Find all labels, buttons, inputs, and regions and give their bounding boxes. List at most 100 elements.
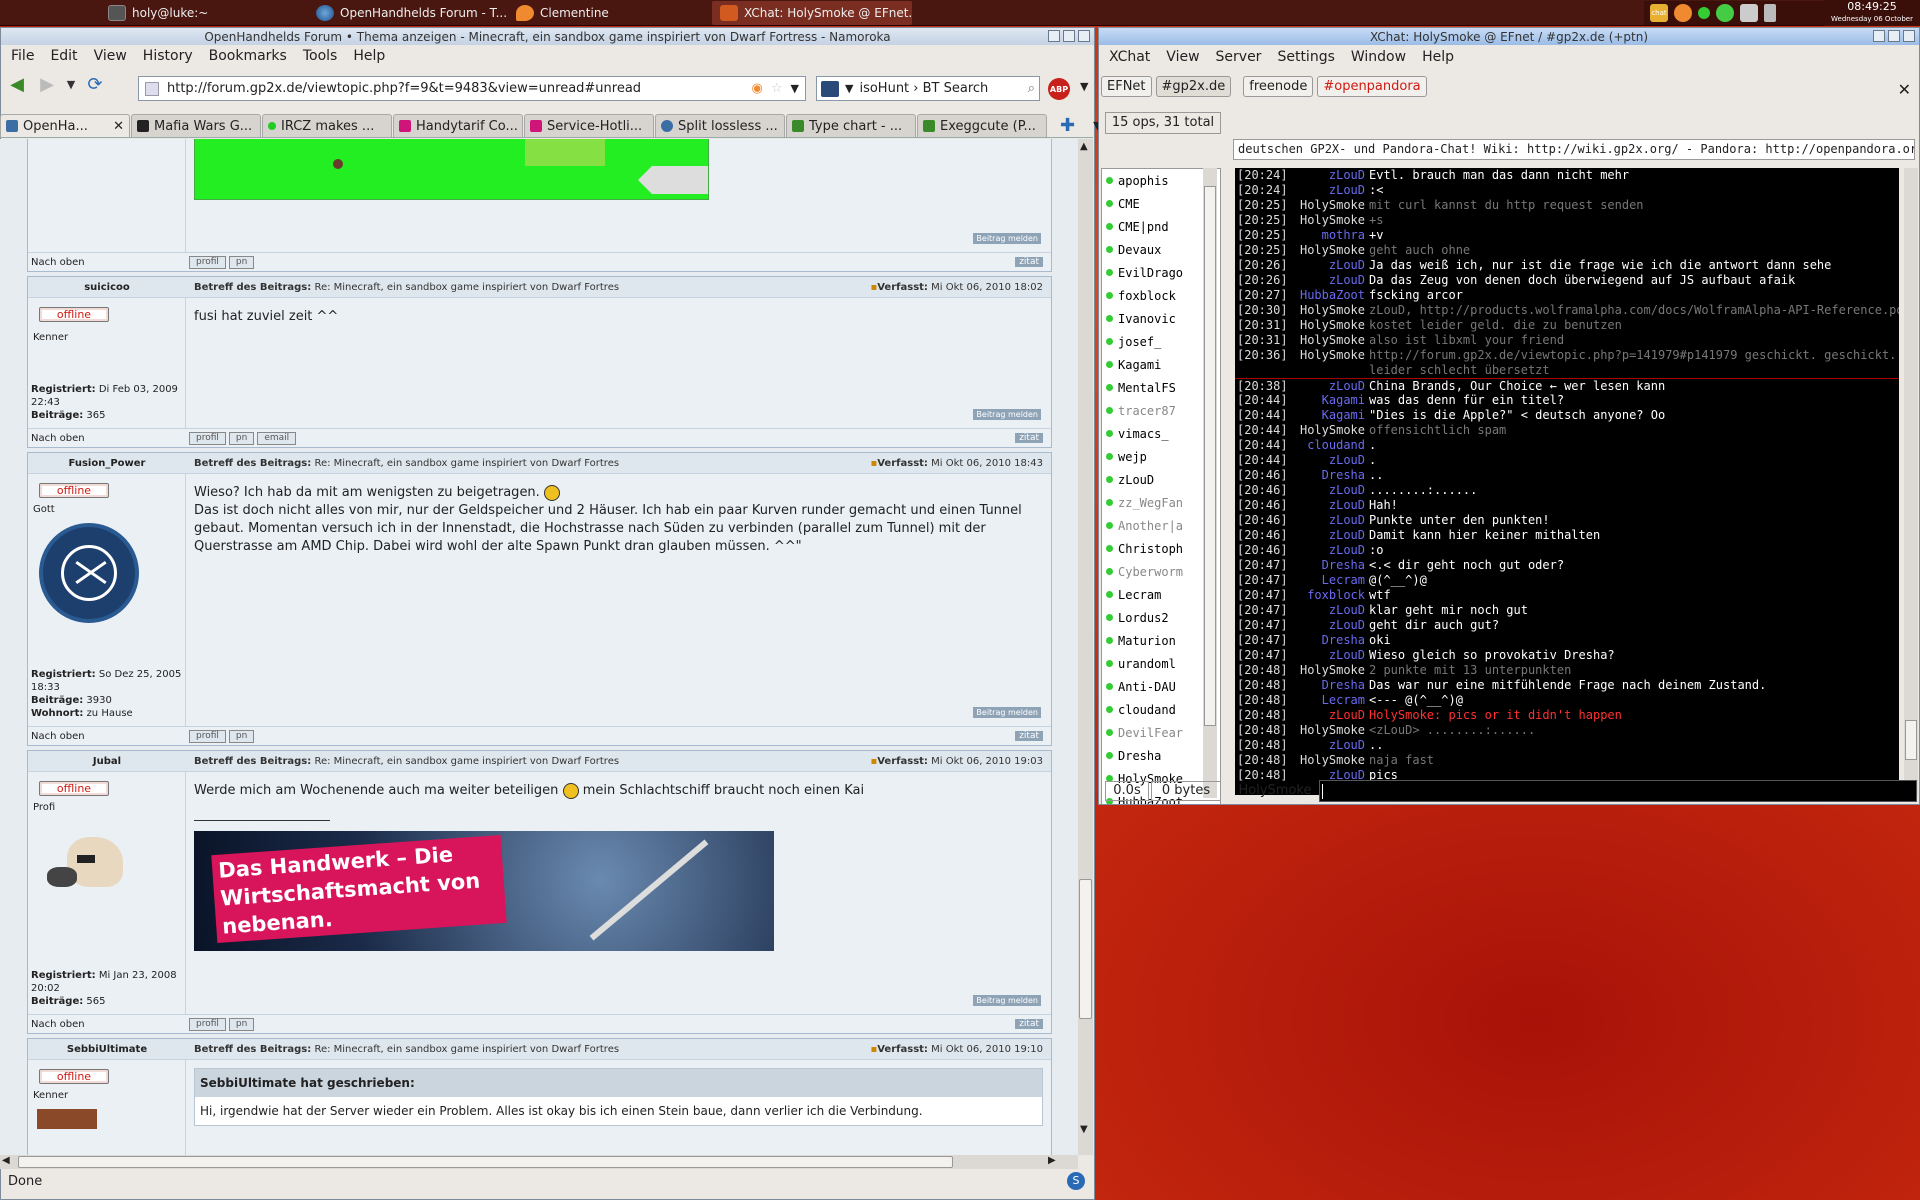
- chat-nick[interactable]: zLouD: [1285, 603, 1369, 618]
- menu-tools[interactable]: Tools: [295, 48, 346, 64]
- star-icon[interactable]: ☆: [771, 81, 783, 96]
- chat-nick[interactable]: HolySmoke: [1285, 198, 1369, 213]
- post-subject[interactable]: Re: Minecraft, ein sandbox game inspirie…: [314, 1044, 619, 1055]
- profile-button[interactable]: profil: [189, 729, 226, 743]
- chat-nick[interactable]: HolySmoke: [1285, 423, 1369, 438]
- report-button[interactable]: Beitrag melden: [973, 995, 1041, 1006]
- tab-gp2x[interactable]: #gp2x.de: [1155, 76, 1232, 97]
- back-icon[interactable]: ◀: [5, 73, 29, 95]
- report-button[interactable]: Beitrag melden: [973, 707, 1041, 718]
- chat-nick[interactable]: HolySmoke: [1285, 303, 1369, 318]
- maximize-icon[interactable]: [1063, 30, 1075, 42]
- scroll-thumb[interactable]: [1079, 879, 1092, 1019]
- chat-nick[interactable]: [1285, 363, 1369, 378]
- report-button[interactable]: Beitrag melden: [973, 409, 1041, 420]
- chat-nick[interactable]: Dresha: [1285, 468, 1369, 483]
- chat-nick[interactable]: cloudand: [1285, 438, 1369, 453]
- chat-nick[interactable]: zLouD: [1285, 483, 1369, 498]
- minimize-icon[interactable]: [1048, 30, 1060, 42]
- chat-nick[interactable]: zLouD: [1285, 708, 1369, 723]
- tab-close-icon[interactable]: ✕: [113, 119, 124, 134]
- scroll-right-icon[interactable]: ▶: [1048, 1155, 1056, 1166]
- xchat-tray-icon[interactable]: chat: [1650, 4, 1668, 22]
- scroll-thumb[interactable]: [1905, 720, 1917, 760]
- network-icon[interactable]: [1740, 4, 1758, 22]
- back-to-top-link[interactable]: Nach oben: [28, 257, 186, 268]
- post-subject[interactable]: Re: Minecraft, ein sandbox game inspirie…: [314, 282, 619, 293]
- quote-button[interactable]: zitat: [1015, 731, 1043, 741]
- tab-type-chart[interactable]: Type chart - ...: [786, 114, 916, 137]
- chat-nick[interactable]: Dresha: [1285, 633, 1369, 648]
- message-input[interactable]: [1319, 780, 1917, 802]
- menu-view[interactable]: View: [86, 48, 135, 64]
- menu-help[interactable]: Help: [345, 48, 393, 64]
- pm-button[interactable]: pn: [228, 431, 255, 445]
- scroll-left-icon[interactable]: ◀: [2, 1155, 10, 1166]
- skype-icon[interactable]: S: [1067, 1172, 1085, 1190]
- report-button[interactable]: Beitrag melden: [973, 233, 1041, 244]
- tab-handytarif[interactable]: Handytarif Co...: [393, 114, 523, 137]
- scroll-up-icon[interactable]: ▲: [1080, 141, 1088, 152]
- url-bar[interactable]: http://forum.gp2x.de/viewtopic.php?f=9&t…: [138, 76, 806, 101]
- tab-mafia-wars[interactable]: Mafia Wars G...: [131, 114, 261, 137]
- task-xchat[interactable]: XChat: HolySmoke @ EFnet...: [712, 1, 912, 25]
- chat-nick[interactable]: zLouD: [1285, 168, 1369, 183]
- post-subject[interactable]: Re: Minecraft, ein sandbox game inspirie…: [314, 458, 619, 469]
- chat-nick[interactable]: zLouD: [1285, 513, 1369, 528]
- post-author[interactable]: SebbiUltimate: [28, 1044, 186, 1055]
- pm-button[interactable]: pn: [228, 729, 255, 743]
- forward-icon[interactable]: ▶: [35, 73, 59, 95]
- tab-openpandora[interactable]: #openpandora: [1317, 76, 1427, 97]
- chat-nick[interactable]: zLouD: [1285, 183, 1369, 198]
- chat-nick[interactable]: HolySmoke: [1285, 333, 1369, 348]
- task-clementine[interactable]: Clementine: [508, 1, 708, 25]
- chat-nick[interactable]: Kagami: [1285, 393, 1369, 408]
- abp-dropdown-icon[interactable]: ▼: [1080, 80, 1088, 93]
- chat-nick[interactable]: HolySmoke: [1285, 348, 1369, 363]
- close-icon[interactable]: [1903, 30, 1915, 42]
- chat-nick[interactable]: zLouD: [1285, 648, 1369, 663]
- chat-nick[interactable]: Lecram: [1285, 573, 1369, 588]
- task-browser[interactable]: OpenHandhelds Forum - T...: [308, 1, 508, 25]
- clementine-tray-icon[interactable]: [1674, 4, 1692, 22]
- menu-help[interactable]: Help: [1414, 49, 1462, 65]
- post-subject[interactable]: Re: Minecraft, ein sandbox game inspirie…: [314, 756, 619, 767]
- pm-button[interactable]: pn: [228, 255, 255, 269]
- chat-nick[interactable]: zLouD: [1285, 453, 1369, 468]
- tab-openhandhelds[interactable]: OpenHa... ✕: [0, 114, 130, 137]
- browser-titlebar[interactable]: OpenHandhelds Forum • Thema anzeigen - M…: [1, 28, 1094, 45]
- menu-view[interactable]: View: [1158, 49, 1207, 65]
- reload-icon[interactable]: ⟳: [83, 73, 107, 95]
- status-dot-icon[interactable]: [1698, 7, 1710, 19]
- chat-nick[interactable]: HolySmoke: [1285, 318, 1369, 333]
- scroll-thumb[interactable]: [1204, 186, 1216, 726]
- history-dropdown-icon[interactable]: ▼: [65, 73, 77, 95]
- scroll-down-icon[interactable]: ▼: [1080, 1124, 1088, 1135]
- chat-nick[interactable]: mothra: [1285, 228, 1369, 243]
- clock[interactable]: 08:49:25 Wednesday 06 October: [1824, 0, 1920, 26]
- tab-service-hotline[interactable]: Service-Hotli...: [524, 114, 654, 137]
- profile-button[interactable]: profil: [189, 255, 226, 269]
- menu-xchat[interactable]: XChat: [1101, 49, 1158, 65]
- chat-nick[interactable]: HolySmoke: [1285, 243, 1369, 258]
- back-to-top-link[interactable]: Nach oben: [28, 731, 186, 742]
- menu-settings[interactable]: Settings: [1269, 49, 1342, 65]
- chat-nick[interactable]: HolySmoke: [1285, 213, 1369, 228]
- close-icon[interactable]: [1078, 30, 1090, 42]
- chat-nick[interactable]: HubbaZoot: [1285, 288, 1369, 303]
- task-terminal[interactable]: holy@luke:~: [100, 1, 300, 25]
- menu-history[interactable]: History: [135, 48, 201, 64]
- menu-bookmarks[interactable]: Bookmarks: [201, 48, 295, 64]
- back-to-top-link[interactable]: Nach oben: [28, 433, 186, 444]
- chat-nick[interactable]: foxblock: [1285, 588, 1369, 603]
- chat-nick[interactable]: zLouD: [1285, 498, 1369, 513]
- quote-button[interactable]: zitat: [1015, 1019, 1043, 1029]
- chat-nick[interactable]: zLouD: [1285, 379, 1369, 393]
- chat-nick[interactable]: zLouD: [1285, 528, 1369, 543]
- menu-edit[interactable]: Edit: [42, 48, 85, 64]
- quote-button[interactable]: zitat: [1015, 433, 1043, 443]
- adblock-icon[interactable]: ABP: [1048, 78, 1070, 100]
- post-author[interactable]: Fusion_Power: [28, 458, 186, 469]
- post-author[interactable]: suicicoo: [28, 282, 186, 293]
- post-author[interactable]: Jubal: [28, 756, 186, 767]
